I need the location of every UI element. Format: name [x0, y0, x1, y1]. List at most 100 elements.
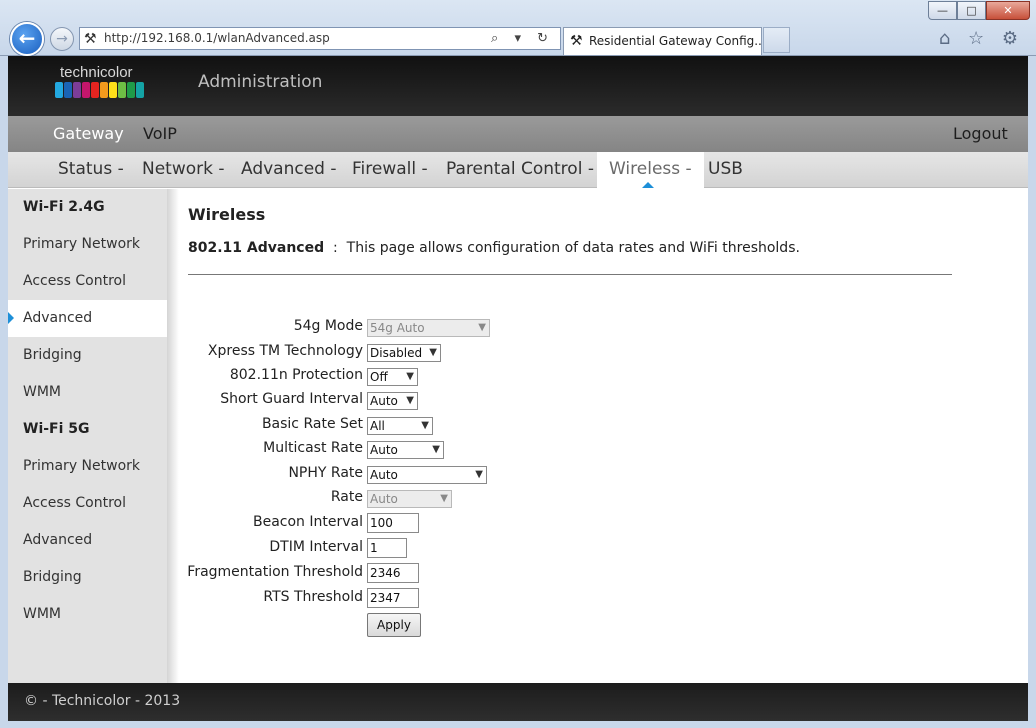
label-basic-rate-set: Basic Rate Set	[261, 416, 363, 432]
address-controls[interactable]: ⌕ ▾ ↻	[491, 28, 554, 49]
chevron-down-icon: ▼	[429, 347, 437, 358]
label-nphy-rate: NPHY Rate	[288, 465, 363, 481]
window-controls: — □ ✕	[928, 1, 1030, 20]
tab-usb[interactable]: USB	[708, 159, 743, 179]
select-nphy-rate[interactable]: Auto ▼	[367, 466, 487, 484]
select-guard-interval[interactable]: Auto ▼	[367, 392, 418, 410]
select-multicast-rate[interactable]: Auto ▼	[367, 441, 444, 459]
description-text: This page allows configuration of data r…	[346, 240, 800, 256]
chevron-down-icon: ▼	[406, 395, 414, 406]
label-rate: Rate	[330, 489, 363, 505]
top-banner: technicolor Administration	[8, 56, 1028, 116]
sidebar-divider	[167, 189, 179, 683]
description-separator: :	[333, 240, 338, 256]
brand-logo: technicolor	[60, 64, 133, 81]
home-star-gear-icons[interactable]: ⌂ ☆ ⚙	[939, 28, 1024, 49]
active-tab-indicator-icon	[642, 182, 654, 188]
browser-chrome: — □ ✕ ← → ⚒ http://192.168.0.1/wlanAdvan…	[0, 0, 1036, 56]
maximize-button[interactable]: □	[957, 1, 986, 20]
select-rate-value: Auto	[370, 492, 398, 506]
input-dtim-interval[interactable]: 1	[367, 538, 407, 558]
select-basic-rate-set[interactable]: All ▼	[367, 417, 433, 435]
select-protection-value: Off	[370, 370, 388, 384]
apply-button[interactable]: Apply	[367, 613, 421, 637]
address-bar[interactable]: ⚒ http://192.168.0.1/wlanAdvanced.asp ⌕ …	[79, 27, 561, 50]
sidebar-item-advanced[interactable]: Advanced	[8, 300, 167, 337]
sidebar-item-bridging[interactable]: Bridging	[8, 337, 167, 374]
menu-gateway[interactable]: Gateway	[53, 124, 124, 143]
chevron-down-icon: ▼	[440, 493, 448, 504]
label-guard-interval: Short Guard Interval	[220, 391, 363, 407]
logo-color-segment	[73, 82, 81, 98]
divider	[188, 274, 952, 275]
logo-color-segment	[55, 82, 63, 98]
logo-color-segment	[82, 82, 90, 98]
tab-parental-control[interactable]: Parental Control -	[446, 159, 594, 179]
select-basic-rate-value: All	[370, 419, 385, 433]
primary-menu: Gateway VoIP Logout	[8, 116, 1028, 152]
tab-status[interactable]: Status -	[58, 159, 124, 179]
sidebar-item-access-control[interactable]: Access Control	[8, 263, 167, 300]
logout-link[interactable]: Logout	[953, 124, 1008, 143]
select-xpress-value: Disabled	[370, 346, 423, 360]
logo-color-segment	[91, 82, 99, 98]
logo-color-bar-icon	[55, 82, 145, 98]
logo-color-segment	[64, 82, 72, 98]
label-rts-threshold: RTS Threshold	[263, 589, 363, 605]
logo-color-segment	[109, 82, 117, 98]
select-nphy-value: Auto	[370, 468, 398, 482]
label-dtim-interval: DTIM Interval	[269, 539, 363, 555]
footer: © - Technicolor - 2013	[8, 683, 1028, 721]
window-frame-right	[1028, 56, 1036, 728]
tab-network[interactable]: Network -	[142, 159, 225, 179]
input-rts-threshold[interactable]: 2347	[367, 588, 419, 608]
new-tab-button[interactable]	[763, 27, 790, 53]
select-xpress[interactable]: Disabled ▼	[367, 344, 441, 362]
chevron-down-icon: ▼	[478, 322, 486, 333]
back-arrow-icon[interactable]: ←	[10, 22, 44, 56]
page-description: 802.11 Advanced : This page allows confi…	[188, 240, 800, 256]
label-fragmentation-threshold: Fragmentation Threshold	[187, 564, 363, 580]
tab-firewall[interactable]: Firewall -	[352, 159, 428, 179]
tools-icon: ⚒	[570, 33, 583, 49]
logo-color-segment	[136, 82, 144, 98]
logo-color-segment	[100, 82, 108, 98]
sidebar-item-bridging-5g[interactable]: Bridging	[8, 559, 167, 596]
input-beacon-interval[interactable]: 100	[367, 513, 419, 533]
sidebar-item-wmm-5g[interactable]: WMM	[8, 596, 167, 633]
forward-arrow-icon[interactable]: →	[50, 27, 74, 51]
sidebar-item-advanced-5g[interactable]: Advanced	[8, 522, 167, 559]
label-multicast-rate: Multicast Rate	[263, 440, 363, 456]
close-button[interactable]: ✕	[986, 1, 1030, 20]
page-title: Wireless	[188, 205, 266, 224]
chevron-down-icon: ▼	[421, 420, 429, 431]
tab-advanced[interactable]: Advanced -	[241, 159, 337, 179]
input-fragmentation-threshold[interactable]: 2346	[367, 563, 419, 583]
select-protection[interactable]: Off ▼	[367, 368, 418, 386]
browser-tab[interactable]: ⚒ Residential Gateway Config...	[563, 27, 762, 55]
minimize-button[interactable]: —	[928, 1, 957, 20]
chevron-down-icon: ▼	[432, 444, 440, 455]
window-frame-bottom	[0, 721, 1036, 728]
description-heading: 802.11 Advanced	[188, 240, 325, 256]
sidebar: Wi-Fi 2.4G Primary Network Access Contro…	[8, 189, 167, 683]
menu-voip[interactable]: VoIP	[143, 124, 177, 143]
tab-title: Residential Gateway Config...	[589, 34, 762, 48]
window-frame-left	[0, 56, 8, 728]
page-header-title: Administration	[198, 72, 323, 92]
label-beacon-interval: Beacon Interval	[253, 514, 363, 530]
sidebar-item-wmm[interactable]: WMM	[8, 374, 167, 411]
sidebar-heading-wifi24: Wi-Fi 2.4G	[23, 199, 105, 215]
page: technicolor Administration Gateway VoIP …	[8, 56, 1028, 721]
tools-icon: ⚒	[84, 31, 97, 47]
chevron-down-icon: ▼	[475, 469, 483, 480]
tab-wireless[interactable]: Wireless -	[597, 152, 704, 188]
select-rate: Auto ▼	[367, 490, 452, 508]
secondary-menu: Status - Network - Advanced - Firewall -…	[8, 152, 1028, 188]
select-guard-value: Auto	[370, 394, 398, 408]
sidebar-item-primary-network[interactable]: Primary Network	[8, 226, 167, 263]
sidebar-item-primary-network-5g[interactable]: Primary Network	[8, 448, 167, 485]
sidebar-item-access-control-5g[interactable]: Access Control	[8, 485, 167, 522]
url-text: http://192.168.0.1/wlanAdvanced.asp	[104, 31, 330, 45]
tab-wireless-label: Wireless -	[609, 159, 692, 179]
